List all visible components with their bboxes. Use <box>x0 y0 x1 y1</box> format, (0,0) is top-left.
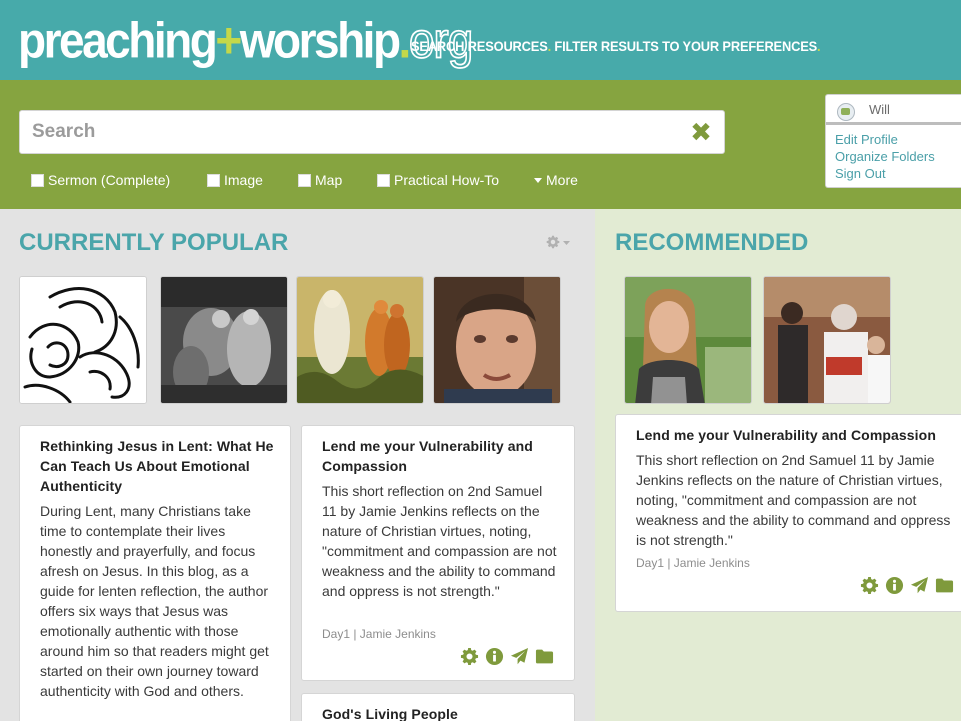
folder-icon[interactable] <box>935 576 954 595</box>
user-header[interactable]: Will <box>826 95 961 125</box>
logo-worship: worship <box>239 12 401 69</box>
search-band: ✖ Sermon (Complete) Image Map Practical … <box>0 80 961 209</box>
baptism-image <box>764 277 890 403</box>
caret-down-icon <box>534 177 542 183</box>
filter-label: Map <box>315 172 343 188</box>
filter-label: Practical How-To <box>394 172 500 188</box>
checkbox-practical-how-to[interactable] <box>377 173 390 187</box>
portrait-man-image <box>434 277 560 403</box>
tagline-search: SEARCH RESOURCES <box>411 38 548 54</box>
thumbnail-line-drawing[interactable] <box>19 276 147 404</box>
info-icon[interactable] <box>885 576 904 595</box>
card-description: This short reflection on 2nd Samuel 11 b… <box>636 452 951 548</box>
gear-icon[interactable] <box>860 576 879 595</box>
send-icon[interactable] <box>910 576 929 595</box>
filter-label: Sermon (Complete) <box>48 172 171 188</box>
organize-folders-link[interactable]: Organize Folders <box>835 149 935 164</box>
card-title[interactable]: Rethinking Jesus in Lent: What He Can Te… <box>40 436 280 496</box>
card-actions <box>860 576 954 598</box>
gear-icon <box>546 235 570 249</box>
folder-icon[interactable] <box>535 647 554 666</box>
clear-search-icon[interactable]: ✖ <box>688 118 714 146</box>
send-icon[interactable] <box>510 647 529 666</box>
card-title[interactable]: Lend me your Vulnerability and Compassio… <box>636 425 956 445</box>
card-description: This short reflection on 2nd Samuel 11 b… <box>322 483 557 599</box>
recommended-title: RECOMMENDED <box>615 229 809 256</box>
painting-image <box>297 277 423 403</box>
more-filters-button[interactable]: More <box>534 170 578 190</box>
popular-title: CURRENTLY POPULAR <box>19 229 289 256</box>
tagline-dot-1: . <box>547 38 552 54</box>
thumbnail-painting[interactable] <box>296 276 424 404</box>
user-panel: Will Edit Profile Organize Folders Sign … <box>825 94 961 188</box>
resource-card: Lend me your Vulnerability and Compassio… <box>615 414 961 612</box>
card-title[interactable]: Lend me your Vulnerability and Compassio… <box>322 436 558 476</box>
tagline-dot-2: . <box>817 38 821 54</box>
card-description: During Lent, many Christians take time t… <box>40 503 269 699</box>
card-actions <box>460 647 554 669</box>
card-source: Day1 | Jamie Jenkins <box>322 627 436 641</box>
popular-section: CURRENTLY POPULAR Rethinking Jesus in Le… <box>0 209 595 721</box>
filter-map[interactable]: Map <box>298 170 342 190</box>
logo-plus: + <box>215 12 242 69</box>
gear-icon[interactable] <box>460 647 479 666</box>
filter-sermon-complete[interactable]: Sermon (Complete) <box>31 170 170 190</box>
filter-label: Image <box>224 172 263 188</box>
engraving-image <box>161 277 287 403</box>
thumbnail-woman-park[interactable] <box>624 276 752 404</box>
checkbox-sermon-complete[interactable] <box>31 173 44 187</box>
woman-park-image <box>625 277 751 403</box>
logo-preaching: preaching <box>18 12 218 69</box>
thumbnail-engraving[interactable] <box>160 276 288 404</box>
card-source: Day1 | Jamie Jenkins <box>636 556 750 570</box>
avatar <box>837 103 855 121</box>
settings-menu-button[interactable] <box>546 233 572 251</box>
filter-image[interactable]: Image <box>207 170 263 190</box>
line-drawing-image <box>20 277 146 403</box>
tagline-filter: FILTER RESULTS TO YOUR PREFERENCES <box>554 38 818 54</box>
edit-profile-link[interactable]: Edit Profile <box>835 132 898 147</box>
thumbnail-portrait-man[interactable] <box>433 276 561 404</box>
recommended-section: RECOMMENDED Lend me your Vulnerability a… <box>595 209 961 721</box>
tagline: SEARCH RESOURCES. FILTER RESULTS TO YOUR… <box>411 38 821 54</box>
info-icon[interactable] <box>485 647 504 666</box>
logo-dot: . <box>398 12 412 69</box>
site-logo[interactable]: preaching+worship.org <box>18 8 474 73</box>
search-box: ✖ <box>19 110 725 154</box>
resource-card: Lend me your Vulnerability and Compassio… <box>301 425 575 681</box>
more-label: More <box>546 172 578 188</box>
checkbox-image[interactable] <box>207 173 220 187</box>
resource-card: Rethinking Jesus in Lent: What He Can Te… <box>19 425 291 721</box>
card-title[interactable]: God's Living People <box>322 704 558 721</box>
search-input[interactable] <box>32 119 672 145</box>
username: Will <box>869 102 890 117</box>
resource-card: God's Living People <box>301 693 575 721</box>
top-banner: preaching+worship.org SEARCH RESOURCES. … <box>0 0 961 80</box>
filter-practical-how-to[interactable]: Practical How-To <box>377 170 499 190</box>
thumbnail-baptism[interactable] <box>763 276 891 404</box>
checkbox-map[interactable] <box>298 173 311 187</box>
sign-out-link[interactable]: Sign Out <box>835 166 886 181</box>
